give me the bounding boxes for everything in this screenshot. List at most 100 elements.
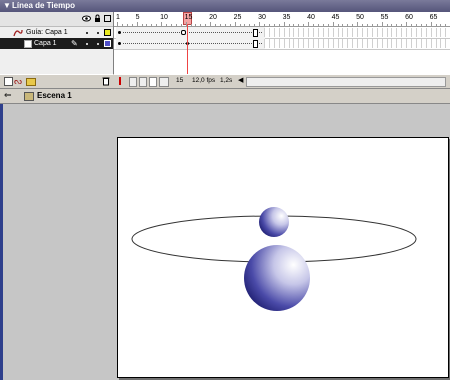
frame-cell[interactable] [264,39,268,48]
frame-cell[interactable] [435,39,440,48]
frame-cell[interactable] [278,39,283,48]
frame-cell[interactable] [386,28,391,37]
frame-cell[interactable] [268,28,273,37]
frame-cell[interactable] [396,28,401,37]
frame-cell[interactable] [406,28,411,37]
frame-cell[interactable] [288,39,293,48]
keyframe-empty[interactable] [180,30,186,35]
lock-dot[interactable] [97,32,99,34]
visibility-dot[interactable] [86,32,88,34]
frame-cell[interactable] [430,28,435,37]
frame-ruler[interactable]: 1 5 10 15 20 25 30 35 40 45 50 55 60 65 [114,12,450,27]
eye-icon[interactable] [82,15,91,22]
frame-cell[interactable] [337,28,342,37]
frame-cell[interactable] [278,28,283,37]
frame-cell[interactable] [366,28,371,37]
frame-cell[interactable] [415,28,420,37]
frame-cell[interactable] [376,39,381,48]
frame-cell[interactable] [303,28,308,37]
horizontal-scrollbar[interactable] [246,77,446,87]
frame-cell[interactable] [317,28,322,37]
frame-cell[interactable] [313,39,317,48]
frame-cell[interactable] [411,39,415,48]
frame-cell[interactable] [371,39,376,48]
frame-cell[interactable] [362,28,366,37]
frame-cell[interactable] [381,28,386,37]
onion-skin-button[interactable] [129,77,137,87]
frame-cell[interactable] [352,39,357,48]
keyframe[interactable] [118,42,121,45]
frame-cell[interactable] [347,39,352,48]
frame-cell[interactable] [342,28,347,37]
add-layer-icon[interactable] [4,77,13,86]
frame-cell[interactable] [440,39,445,48]
frame-cell[interactable] [406,39,411,48]
frame-cell[interactable] [327,28,332,37]
visibility-dot[interactable] [86,43,88,45]
center-frame-icon[interactable] [119,77,121,85]
outline-color-box[interactable] [104,29,111,36]
frame-cell[interactable] [435,28,440,37]
frame-cell[interactable] [332,28,337,37]
frame-cell[interactable] [420,28,425,37]
frame-cell[interactable] [313,28,317,37]
frame-cell[interactable] [322,28,327,37]
frame-cell[interactable] [381,39,386,48]
scroll-left-icon[interactable]: ◀ [238,77,243,85]
lock-icon[interactable] [94,14,101,25]
outline-icon[interactable] [104,15,111,22]
frame-cell[interactable] [347,28,352,37]
frame-cell[interactable] [411,28,415,37]
frames-panel[interactable]: 1 5 10 15 20 25 30 35 40 45 50 55 60 65 [114,12,450,74]
layer-row-selected[interactable]: Capa 1 ✎ [0,38,113,49]
frame-cell[interactable] [430,39,435,48]
scene-label[interactable]: Escena 1 [37,89,72,103]
frame-cell[interactable] [357,28,362,37]
frame-cell[interactable] [425,39,430,48]
frame-cell[interactable] [322,39,327,48]
frame-cell[interactable] [293,28,298,37]
frame-cell[interactable] [288,28,293,37]
frame-cell[interactable] [445,39,450,48]
frame-cell[interactable] [357,39,362,48]
layer-row-guide[interactable]: Guía: Capa 1 [0,27,113,38]
outline-color-box[interactable] [104,40,111,47]
timeline-title-bar[interactable]: ▼ Línea de Tiempo [0,0,450,12]
modify-markers-button[interactable] [159,77,169,87]
frame-cell[interactable] [386,39,391,48]
frame-cell[interactable] [303,39,308,48]
frame-cell[interactable] [425,28,430,37]
frame-cell[interactable] [420,39,425,48]
frame-cell[interactable] [332,39,337,48]
frame-cell[interactable] [337,39,342,48]
frame-cell[interactable] [391,28,396,37]
frame-cell[interactable] [401,28,406,37]
stage[interactable] [117,137,449,378]
unused-frames[interactable] [264,27,450,38]
lock-dot[interactable] [97,43,99,45]
frame-cell[interactable] [371,28,376,37]
back-arrow-icon[interactable]: ⇐ [4,90,12,101]
unused-frames[interactable] [264,38,450,49]
frame-cell[interactable] [283,28,288,37]
frame-cell[interactable] [342,39,347,48]
frame-row-layer[interactable] [114,38,450,50]
insert-folder-icon[interactable] [26,78,36,86]
small-sphere[interactable] [259,207,289,237]
frame-cell[interactable] [415,39,420,48]
frame-cell[interactable] [268,39,273,48]
frame-cell[interactable] [298,39,303,48]
frame-cell[interactable] [440,28,445,37]
frame-cell[interactable] [327,39,332,48]
frame-cell[interactable] [298,28,303,37]
frame-cell[interactable] [264,28,268,37]
frame-cell[interactable] [401,39,406,48]
frame-cell[interactable] [362,39,366,48]
frame-cell[interactable] [308,39,313,48]
trash-icon[interactable] [102,76,110,88]
layer-name[interactable]: Guía: Capa 1 [26,27,68,38]
frame-cell[interactable] [308,28,313,37]
frame-cell[interactable] [317,39,322,48]
frame-cell[interactable] [391,39,396,48]
frame-cell[interactable] [396,39,401,48]
